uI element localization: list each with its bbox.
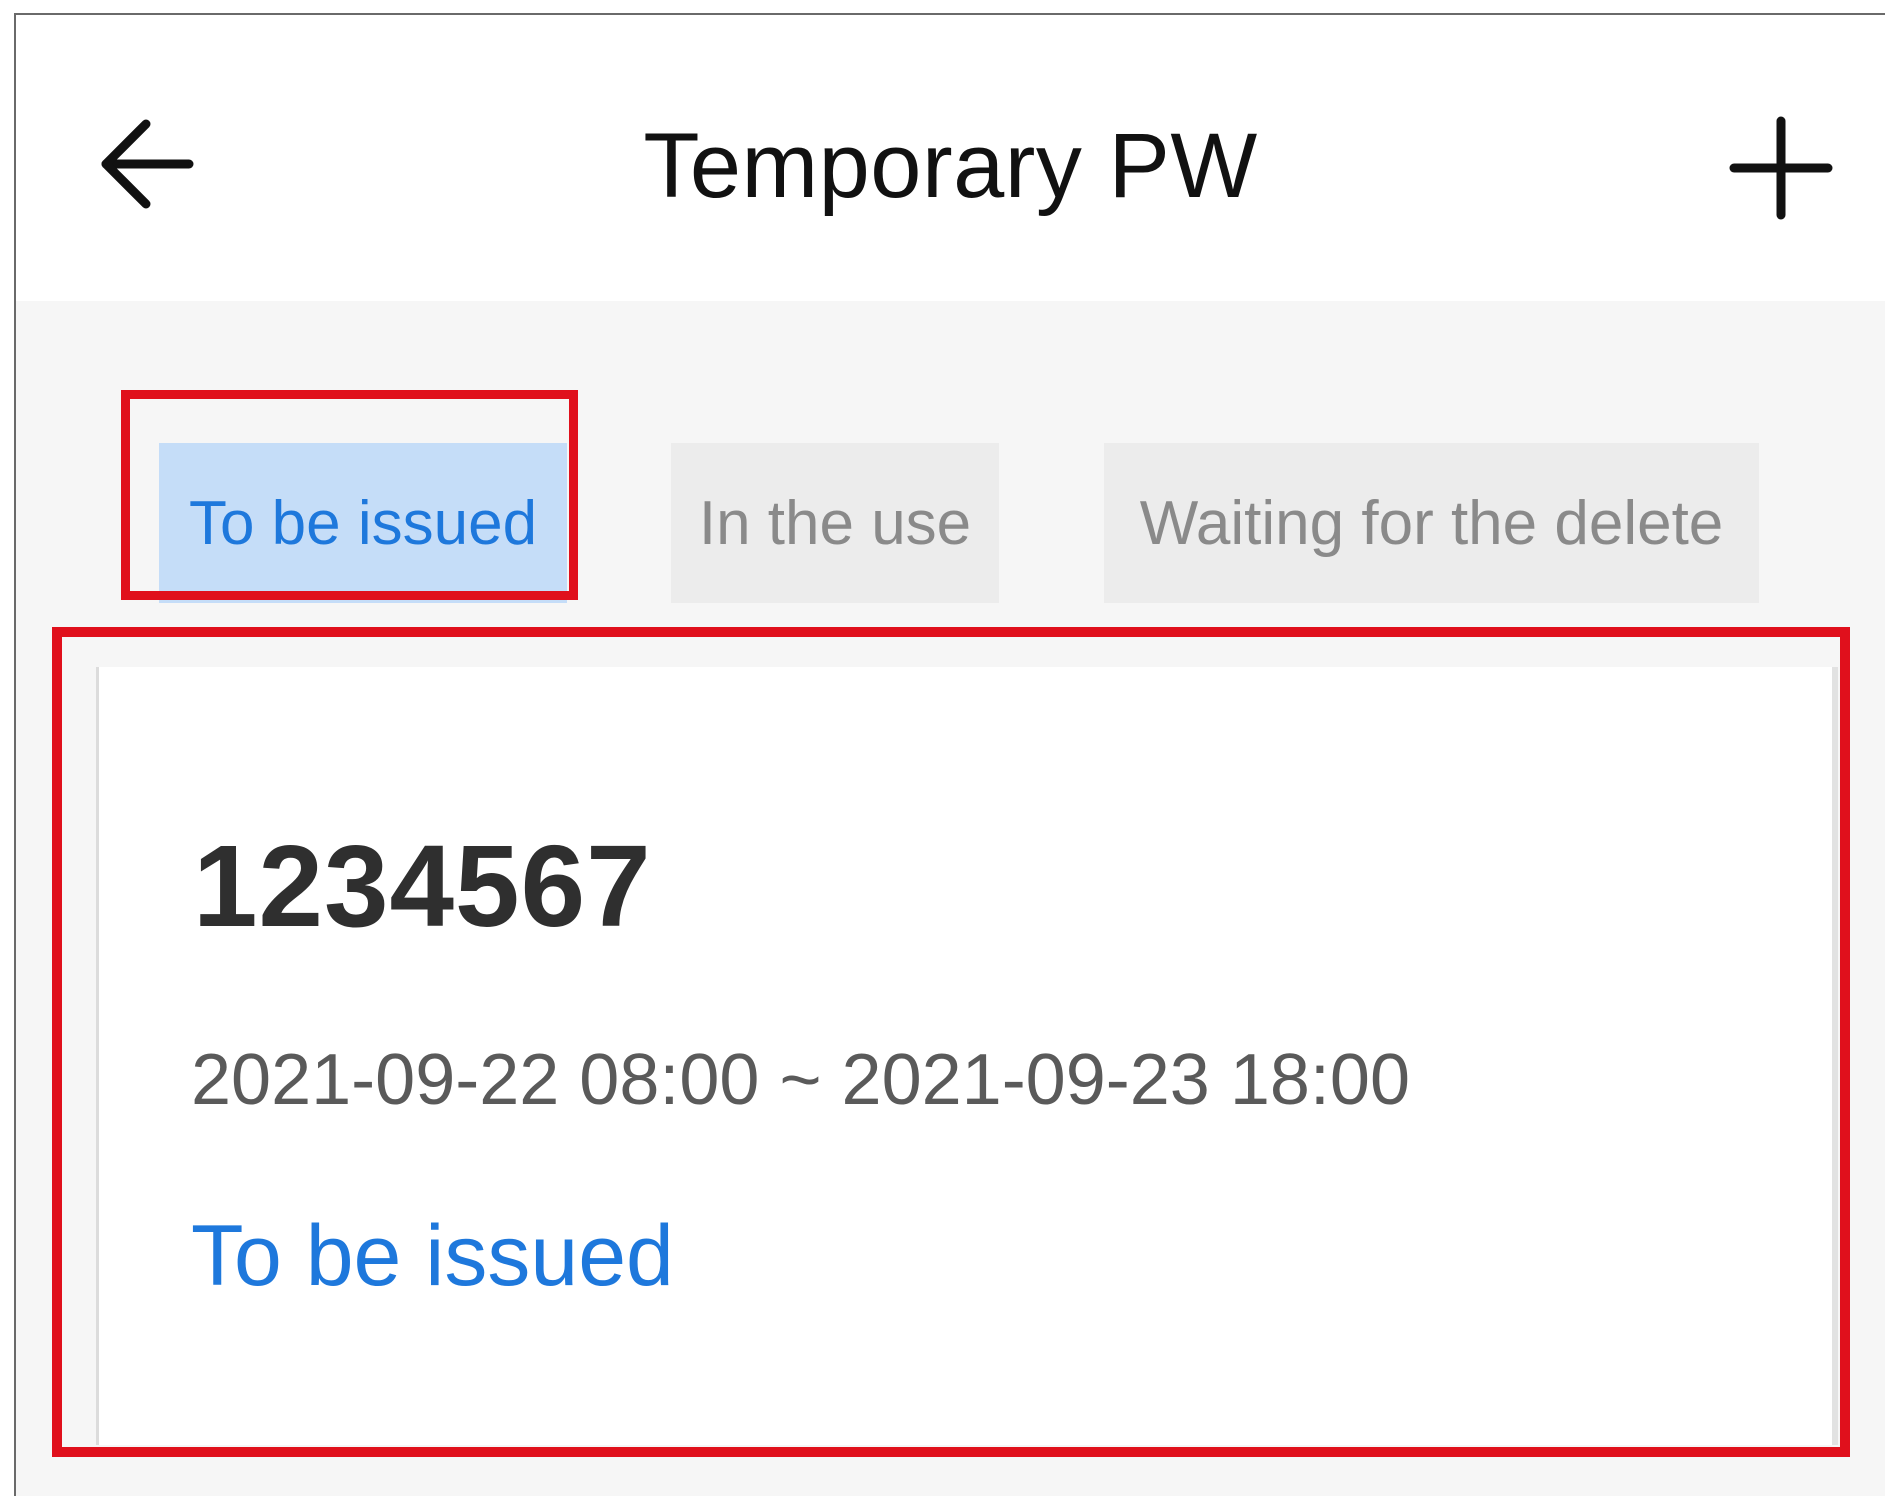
- status-tabs: To be issued In the use Waiting for the …: [16, 425, 1885, 603]
- add-button[interactable]: [1726, 113, 1836, 223]
- password-status: To be issued: [191, 1208, 674, 1304]
- validity-period: 2021-09-22 08:00 ~ 2021-09-23 18:00: [191, 1040, 1411, 1120]
- tab-in-the-use[interactable]: In the use: [671, 443, 999, 603]
- app-screen: Temporary PW To be issued In the use Wai…: [14, 13, 1885, 1496]
- tab-to-be-issued[interactable]: To be issued: [159, 443, 567, 603]
- tab-label: In the use: [698, 488, 972, 558]
- plus-icon: [1729, 116, 1833, 220]
- tab-label: To be issued: [188, 488, 538, 558]
- password-card[interactable]: 1234567 2021-09-22 08:00 ~ 2021-09-23 18…: [96, 667, 1838, 1445]
- tab-waiting-for-delete[interactable]: Waiting for the delete: [1104, 443, 1759, 603]
- tab-label: Waiting for the delete: [1139, 488, 1724, 558]
- page-title: Temporary PW: [643, 115, 1258, 217]
- top-bar: Temporary PW: [16, 15, 1885, 301]
- password-code: 1234567: [193, 821, 652, 951]
